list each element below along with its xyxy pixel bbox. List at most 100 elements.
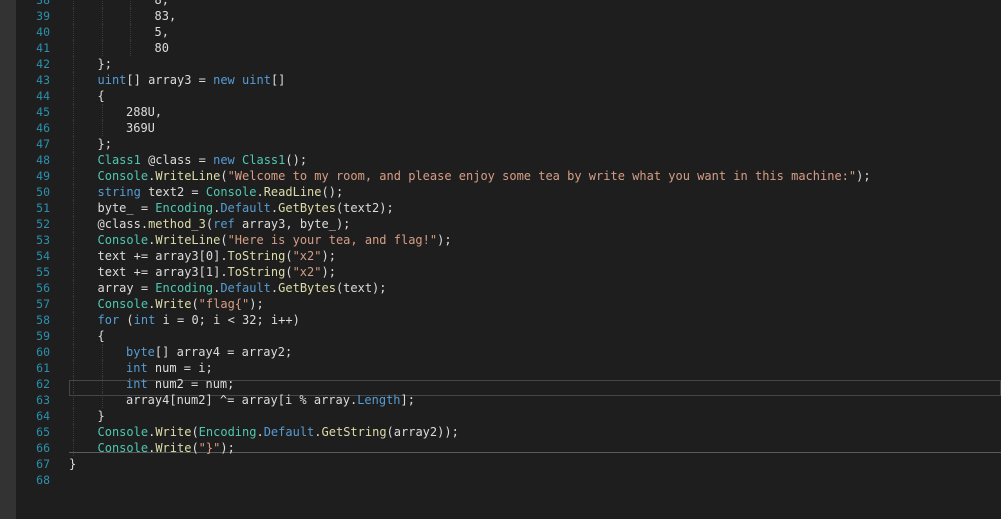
code-line[interactable]: uint[] array3 = new uint[]: [98, 72, 286, 88]
code-token: WriteLine: [155, 169, 221, 183]
line-number: 62: [36, 377, 50, 391]
line-number: 54: [36, 249, 50, 263]
line-number: 58: [36, 313, 50, 327]
code-token: Encoding: [198, 425, 257, 439]
code-line[interactable]: for (int i = 0; i < 32; i++): [98, 312, 300, 328]
code-token: WriteLine: [155, 233, 221, 247]
code-token: (: [220, 233, 228, 247]
code-line[interactable]: Class1 @class = new Class1();: [98, 152, 308, 168]
code-token: @class.: [97, 217, 149, 231]
line-number: 49: [36, 169, 50, 183]
indent-guide: [73, 88, 74, 104]
code-token: .: [256, 185, 264, 199]
code-line[interactable]: 83,: [155, 8, 177, 24]
indent-guide: [73, 168, 74, 184]
code-token: 8,: [154, 0, 169, 7]
code-line[interactable]: Console.Write("flag{");: [98, 296, 264, 312]
code-token: Write: [155, 297, 192, 311]
code-token: );: [856, 169, 871, 183]
code-line[interactable]: array = Encoding.Default.GetBytes(text);: [98, 280, 387, 296]
code-line[interactable]: text += array3[1].ToString("x2");: [98, 264, 336, 280]
code-token: (: [285, 249, 293, 263]
code-token: Write: [155, 441, 192, 455]
code-token: uint: [97, 73, 127, 87]
code-token: (: [285, 265, 293, 279]
line-number: 53: [36, 233, 50, 247]
indent-guide: [130, 0, 131, 8]
code-token: Default: [220, 201, 271, 215]
code-line[interactable]: int num2 = num;: [126, 376, 234, 392]
code-token: [] array3 =: [126, 73, 214, 87]
code-token: ref: [213, 217, 235, 231]
indent-guide: [73, 136, 74, 152]
line-number: 59: [36, 329, 50, 343]
code-token: [] array4 = array2;: [154, 345, 293, 359]
code-token: num2 = num;: [147, 377, 235, 391]
code-token: num = i;: [147, 361, 213, 375]
code-line[interactable]: int num = i;: [126, 360, 213, 376]
code-token: (text2);: [335, 201, 394, 215]
code-editor[interactable]: 8, 83, 5, 80}; uint[] array3 = new uint[]{28…: [0, 0, 1001, 519]
indent-guide: [101, 104, 103, 120]
line-number: 45: [36, 105, 50, 119]
code-line[interactable]: 80: [155, 40, 169, 56]
code-line[interactable]: {: [98, 88, 105, 104]
code-token: Default: [263, 425, 315, 439]
code-line[interactable]: }: [69, 456, 76, 472]
code-line[interactable]: string text2 = Console.ReadLine();: [98, 184, 344, 200]
code-token: text2 =: [140, 185, 206, 199]
code-token: array4[num2] ^= array[i % array.: [126, 393, 358, 407]
code-line[interactable]: };: [98, 56, 112, 72]
code-token: for: [97, 313, 120, 327]
line-number: 55: [36, 265, 50, 279]
code-token: "x2": [292, 265, 322, 279]
code-line[interactable]: Console.Write(Encoding.Default.GetString…: [98, 424, 459, 440]
code-line[interactable]: array4[num2] ^= array[i % array.Length];: [126, 392, 415, 408]
indent-guide: [73, 8, 74, 24]
code-token: array3, byte_);: [234, 217, 351, 231]
code-token: (: [191, 441, 199, 455]
code-token: (text);: [335, 281, 387, 295]
code-line[interactable]: 8,: [155, 0, 169, 8]
code-token: ToString: [227, 249, 286, 263]
code-token: );: [321, 265, 336, 279]
code-token: Console: [97, 169, 149, 183]
code-token: 369U: [126, 121, 155, 135]
code-line[interactable]: Console.WriteLine("Welcome to my room, a…: [98, 168, 871, 184]
code-token: i = 0; i < 32; i++): [155, 313, 300, 327]
code-token: int: [126, 361, 148, 375]
line-number: 51: [36, 201, 50, 215]
code-token: new: [213, 153, 235, 167]
line-number: 60: [36, 345, 50, 359]
code-token: uint: [242, 73, 271, 87]
code-line[interactable]: byte_ = Encoding.Default.GetBytes(text2)…: [98, 200, 394, 216]
code-line[interactable]: {: [98, 328, 105, 344]
code-line[interactable]: 5,: [155, 24, 169, 40]
code-line[interactable]: byte[] array4 = array2;: [126, 344, 292, 360]
indent-guide: [73, 408, 74, 424]
indent-guide: [73, 200, 74, 216]
indent-guide: [130, 8, 131, 24]
code-token: );: [249, 297, 264, 311]
indent-guide: [101, 40, 103, 56]
indent-guide: [73, 328, 74, 344]
code-line[interactable]: }: [98, 408, 105, 424]
code-line[interactable]: Console.WriteLine("Here is your tea, and…: [98, 232, 452, 248]
editor-margin-strip: [0, 0, 16, 519]
line-number: 38: [36, 0, 50, 7]
code-token: (: [119, 313, 134, 327]
code-line[interactable]: 288U,: [126, 104, 162, 120]
code-token: (: [220, 169, 228, 183]
code-line[interactable]: };: [98, 136, 112, 152]
code-token: (: [191, 297, 199, 311]
code-token: array =: [97, 281, 156, 295]
code-line[interactable]: text += array3[0].ToString("x2");: [98, 248, 336, 264]
code-line[interactable]: Console.Write("}");: [98, 440, 235, 456]
line-number: 44: [36, 89, 50, 103]
code-line[interactable]: @class.method_3(ref array3, byte_);: [98, 216, 351, 232]
code-line[interactable]: 369U: [126, 120, 155, 136]
line-number: 41: [36, 41, 50, 55]
code-token: method_3: [148, 217, 206, 231]
indent-guide: [130, 24, 131, 40]
